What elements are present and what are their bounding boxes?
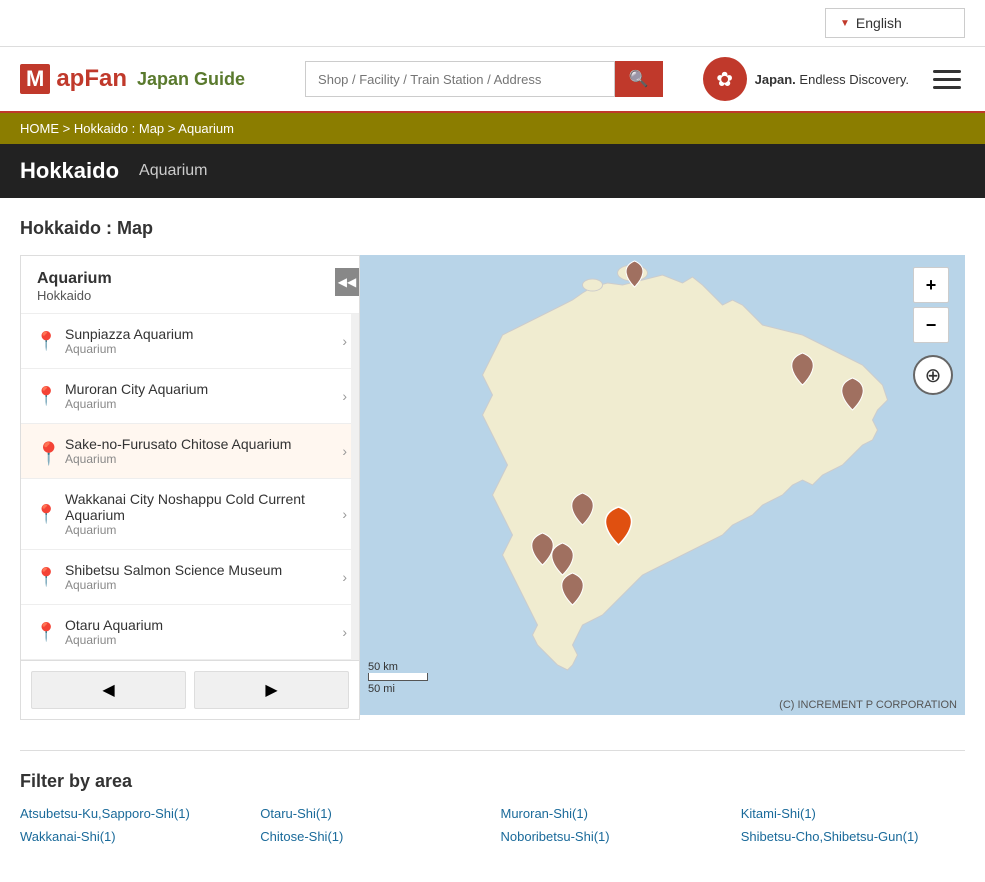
pin-icon: 📍 [35,386,55,406]
list-item[interactable]: 📍 Shibetsu Salmon Science Museum Aquariu… [21,550,359,605]
breadcrumb-home[interactable]: HOME [20,121,59,136]
japan-tagline: Endless Discovery. [799,72,909,87]
zoom-out-button[interactable]: − [913,307,949,343]
map-copyright: (C) INCREMENT P CORPORATION [779,699,957,711]
scale-mi-label: 50 mi [368,683,428,695]
search-icon: 🔍 [629,71,649,88]
pin-icon-active: 📍 [35,441,55,461]
map-svg [360,255,965,715]
sidebar-header: Aquarium Hokkaido ◀◀ [21,256,359,314]
next-button[interactable]: ▶ [194,671,349,709]
item-type: Aquarium [65,523,329,537]
content-layout: Aquarium Hokkaido ◀◀ 📍 Sunpiazza Aquariu… [20,255,965,720]
list-item[interactable]: 📍 Wakkanai City Noshappu Cold Current Aq… [21,479,359,550]
item-name: Muroran City Aquarium [65,381,329,397]
map-controls: + − ⊕ [913,267,953,395]
filter-area-2[interactable]: Muroran-Shi(1) [501,806,725,821]
item-arrow-icon: › [342,333,347,349]
filter-area-5[interactable]: Chitose-Shi(1) [260,829,484,844]
main-content: Hokkaido : Map Aquarium Hokkaido ◀◀ 📍 Su… [0,198,985,864]
breadcrumb-hokkaido-map[interactable]: Hokkaido : Map [74,121,164,136]
item-type: Aquarium [65,633,329,647]
sidebar-heading: Aquarium [37,270,343,288]
filter-area-7[interactable]: Shibetsu-Cho,Shibetsu-Gun(1) [741,829,965,844]
item-name: Sake-no-Furusato Chitose Aquarium [65,436,329,452]
pin-icon: 📍 [35,622,55,642]
scale-km-label: 50 km [368,661,428,673]
sidebar-subheading: Hokkaido [37,288,343,303]
item-arrow-icon: › [342,443,347,459]
language-bar: ▼ English [0,0,985,47]
item-name: Wakkanai City Noshappu Cold Current Aqua… [65,491,329,523]
filter-title: Filter by area [20,771,965,792]
japan-logo-icon: ✿ [703,57,747,101]
search-button[interactable]: 🔍 [615,61,663,97]
compass-icon: ⊕ [925,363,942,388]
sidebar-list: 📍 Sunpiazza Aquarium Aquarium › 📍 Murora… [21,314,359,660]
logo-text: apFan [56,65,127,93]
breadcrumb: HOME > Hokkaido : Map > Aquarium [0,113,985,144]
filter-area-4[interactable]: Wakkanai-Shi(1) [20,829,244,844]
item-name: Shibetsu Salmon Science Museum [65,562,329,578]
logo[interactable]: M apFan Japan Guide [20,64,245,94]
page-category: Aquarium [139,162,207,180]
filter-area-6[interactable]: Noboribetsu-Shi(1) [501,829,725,844]
item-arrow-icon: › [342,388,347,404]
sidebar-pagination: ◀ ▶ [21,660,359,719]
language-selector[interactable]: ▼ English [825,8,965,38]
item-type: Aquarium [65,452,329,466]
filter-section: Filter by area Atsubetsu-Ku,Sapporo-Shi(… [20,750,965,844]
map-scale: 50 km 50 mi [368,661,428,695]
item-type: Aquarium [65,397,329,411]
lang-arrow-icon: ▼ [840,18,850,29]
search-input[interactable] [305,61,615,97]
item-arrow-icon: › [342,624,347,640]
header: M apFan Japan Guide 🔍 ✿ Japan. Endless D… [0,47,985,113]
item-name: Otaru Aquarium [65,617,329,633]
item-arrow-icon: › [342,506,347,522]
collapse-button[interactable]: ◀◀ [335,268,359,296]
prev-button[interactable]: ◀ [31,671,186,709]
pin-icon: 📍 [35,331,55,351]
list-item[interactable]: 📍 Sake-no-Furusato Chitose Aquarium Aqua… [21,424,359,479]
compass-button[interactable]: ⊕ [913,355,953,395]
page-title-bar: Hokkaido Aquarium [0,144,985,198]
pin-icon: 📍 [35,567,55,587]
breadcrumb-current: Aquarium [178,121,234,136]
logo-m: M [20,64,50,94]
zoom-in-button[interactable]: + [913,267,949,303]
pin-icon: 📍 [35,504,55,524]
list-item[interactable]: 📍 Sunpiazza Aquarium Aquarium › [21,314,359,369]
filter-area-3[interactable]: Kitami-Shi(1) [741,806,965,821]
japan-name: Japan. [755,72,796,87]
list-item[interactable]: 📍 Otaru Aquarium Aquarium › [21,605,359,660]
item-type: Aquarium [65,342,329,356]
item-arrow-icon: › [342,569,347,585]
map-container[interactable]: + − ⊕ 50 km 50 mi (C) INCREMENT P CORPOR… [360,255,965,715]
page-region: Hokkaido [20,158,119,184]
item-name: Sunpiazza Aquarium [65,326,329,342]
filter-area-1[interactable]: Otaru-Shi(1) [260,806,484,821]
hamburger-menu[interactable] [929,66,965,93]
sidebar: Aquarium Hokkaido ◀◀ 📍 Sunpiazza Aquariu… [20,255,360,720]
logo-sub: Japan Guide [137,69,245,90]
list-item[interactable]: 📍 Muroran City Aquarium Aquarium › [21,369,359,424]
search-bar: 🔍 [305,61,663,97]
language-label: English [856,15,902,31]
filter-area-0[interactable]: Atsubetsu-Ku,Sapporo-Shi(1) [20,806,244,821]
japan-brand: ✿ Japan. Endless Discovery. [703,57,909,101]
item-type: Aquarium [65,578,329,592]
filter-grid: Atsubetsu-Ku,Sapporo-Shi(1) Otaru-Shi(1)… [20,806,965,844]
section-title: Hokkaido : Map [20,218,965,239]
